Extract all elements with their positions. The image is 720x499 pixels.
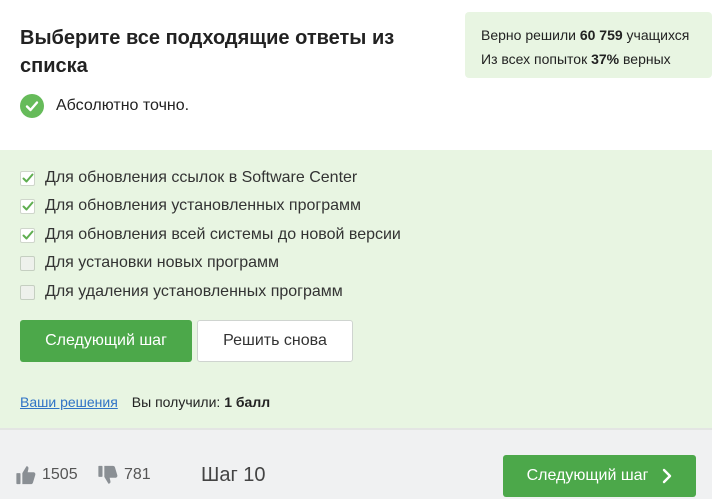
retry-button[interactable]: Решить снова xyxy=(197,320,353,362)
dislike-button[interactable]: 781 xyxy=(97,464,151,486)
attempts-prefix: Из всех попыток xyxy=(481,51,588,67)
chevron-right-icon xyxy=(662,468,672,484)
likes-count: 1505 xyxy=(42,466,78,483)
next-step-button[interactable]: Следующий шаг xyxy=(20,320,192,362)
attempts-stat: Из всех попыток 37% верных xyxy=(481,47,696,71)
option-label: Для обновления установленных программ xyxy=(45,197,362,214)
option-label: Для обновления ссылок в Software Center xyxy=(45,169,358,186)
thumbs-up-icon xyxy=(16,466,36,485)
step-footer: 1505 781 Шаг 10 Следующий шаг xyxy=(0,430,712,499)
checkbox-checked[interactable] xyxy=(20,170,35,186)
step-label: Шаг 10 xyxy=(201,464,266,486)
option-label: Для удаления установленных программ xyxy=(45,283,343,300)
checkbox-checked[interactable] xyxy=(20,227,35,243)
option-3[interactable]: Для обновления всей системы до новой вер… xyxy=(20,224,401,246)
score-value: 1 балл xyxy=(224,394,271,410)
footer-next-step-button[interactable]: Следующий шаг xyxy=(503,455,696,497)
checkbox-unchecked[interactable] xyxy=(20,284,35,300)
score-text: Вы получили: 1 балл xyxy=(132,394,270,410)
task-header: Выберите все подходящие ответы из списка… xyxy=(0,0,712,150)
stats-box: Верно решили 60 759 учащихся Из всех поп… xyxy=(465,12,712,78)
checkmark-icon xyxy=(22,173,33,183)
result-line: Ваши решения Вы получили: 1 балл xyxy=(20,394,270,410)
solved-prefix: Верно решили xyxy=(481,27,576,43)
dislikes-count: 781 xyxy=(124,466,151,483)
solved-count: 60 759 xyxy=(579,27,623,43)
option-4[interactable]: Для установки новых программ xyxy=(20,252,279,274)
option-5[interactable]: Для удаления установленных программ xyxy=(20,281,343,303)
option-1[interactable]: Для обновления ссылок в Software Center xyxy=(20,167,357,189)
answer-panel: Для обновления ссылок в Software Center … xyxy=(0,150,712,428)
verdict: Абсолютно точно. xyxy=(20,94,189,118)
solved-suffix: учащихся xyxy=(626,27,690,43)
checkmark-icon xyxy=(22,230,33,240)
attempts-percent: 37% xyxy=(591,51,620,67)
attempts-suffix: верных xyxy=(623,51,671,67)
like-button[interactable]: 1505 xyxy=(15,464,78,486)
checkbox-unchecked[interactable] xyxy=(20,255,35,271)
thumbs-down-icon xyxy=(98,465,118,484)
option-label: Для обновления всей системы до новой вер… xyxy=(45,226,401,243)
verdict-text: Абсолютно точно. xyxy=(56,97,190,114)
score-prefix: Вы получили: xyxy=(131,394,221,410)
scrollbar[interactable] xyxy=(712,0,720,499)
your-solutions-link[interactable]: Ваши решения xyxy=(20,394,118,410)
task-title: Выберите все подходящие ответы из списка xyxy=(20,27,395,77)
option-label: Для установки новых программ xyxy=(45,254,280,271)
solved-stat: Верно решили 60 759 учащихся xyxy=(481,23,696,47)
footer-next-label: Следующий шаг xyxy=(526,467,649,484)
option-2[interactable]: Для обновления установленных программ xyxy=(20,195,361,217)
checkmark-icon xyxy=(22,201,33,211)
check-circle-icon xyxy=(20,94,44,118)
checkbox-checked[interactable] xyxy=(20,198,35,214)
